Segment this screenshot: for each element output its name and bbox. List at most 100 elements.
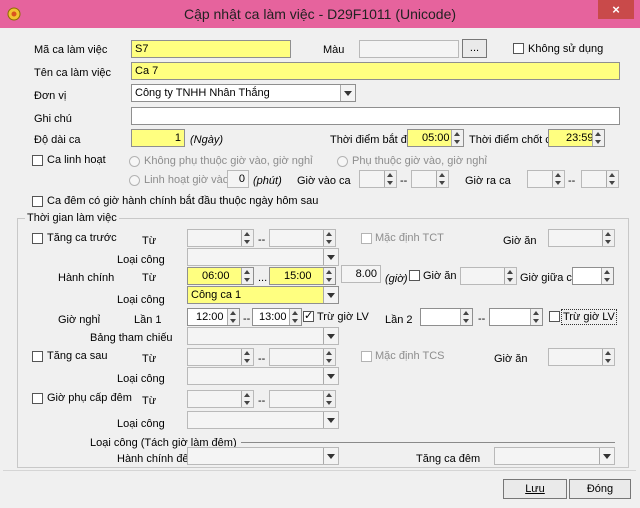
office-from-label: Từ	[142, 272, 157, 284]
ot-after-meal[interactable]	[548, 348, 615, 366]
spin-icon[interactable]	[323, 268, 335, 284]
time-in-from[interactable]	[359, 170, 397, 188]
spin-icon[interactable]	[323, 230, 335, 246]
office-work-type-label: Loại công	[117, 294, 165, 306]
spin-icon[interactable]	[241, 391, 253, 407]
not-used-checkbox[interactable]	[513, 43, 524, 54]
time-out-from[interactable]	[527, 170, 565, 188]
break-l1-from[interactable]: 12:00	[187, 308, 240, 326]
chevron-down-icon[interactable]	[323, 328, 338, 344]
spin-icon[interactable]	[552, 171, 564, 187]
save-button[interactable]: Lưu	[503, 479, 567, 499]
note-input[interactable]	[131, 107, 620, 125]
dash: --	[258, 234, 266, 246]
spin-icon[interactable]	[241, 268, 253, 284]
note-label: Ghi chú	[34, 113, 72, 125]
spin-icon[interactable]	[460, 309, 472, 325]
ref-table-select[interactable]	[187, 327, 339, 345]
spin-icon[interactable]	[323, 391, 335, 407]
spin-icon[interactable]	[602, 230, 614, 246]
flex-shift-checkbox[interactable]	[32, 155, 43, 166]
ot-after-work-type[interactable]	[187, 367, 339, 385]
flex-dependent-radio[interactable]	[337, 156, 348, 167]
flex-independent-radio[interactable]	[129, 156, 140, 167]
night-prev-checkbox[interactable]	[32, 196, 43, 207]
ot-before-to[interactable]	[269, 229, 336, 247]
break-l2-to[interactable]	[489, 308, 543, 326]
ot-before-checkbox[interactable]	[32, 233, 43, 244]
chevron-down-icon[interactable]	[323, 287, 338, 303]
close-button[interactable]: Đóng	[569, 479, 631, 499]
shift-code-input[interactable]: S7	[131, 40, 291, 58]
spin-icon[interactable]	[530, 309, 542, 325]
start-label: Thời điểm bắt đầu	[330, 134, 420, 146]
break-l2-deduct-checkbox[interactable]	[549, 311, 560, 322]
office-to-input[interactable]: 15:00	[269, 267, 336, 285]
unit-select[interactable]: Công ty TNHH Nhân Thắng	[131, 84, 356, 102]
chevron-down-icon[interactable]	[599, 448, 614, 464]
spin-icon[interactable]	[436, 171, 448, 187]
ot-after-from[interactable]	[187, 348, 254, 366]
spin-icon[interactable]	[289, 309, 301, 325]
break-l1-to[interactable]: 13:00	[252, 308, 302, 326]
dash: ...	[258, 272, 268, 284]
close-window-button[interactable]: ×	[598, 0, 634, 19]
chevron-down-icon[interactable]	[323, 448, 338, 464]
ot-after-to[interactable]	[269, 348, 336, 366]
spin-icon[interactable]	[384, 171, 396, 187]
time-in-to[interactable]	[411, 170, 449, 188]
ot-night-select[interactable]	[494, 447, 615, 465]
time-out-label: Giờ ra ca	[465, 175, 511, 187]
office-from-input[interactable]: 06:00	[187, 267, 254, 285]
ot-after-meal-label: Giờ ăn	[494, 353, 528, 365]
spin-icon[interactable]	[241, 349, 253, 365]
spin-icon[interactable]	[227, 309, 239, 325]
spin-icon[interactable]	[592, 130, 604, 146]
ot-after-checkbox[interactable]	[32, 351, 43, 362]
ot-before-meal[interactable]	[548, 229, 615, 247]
spin-icon[interactable]	[241, 230, 253, 246]
night-allowance-to[interactable]	[269, 390, 336, 408]
chevron-down-icon[interactable]	[323, 412, 338, 428]
color-field[interactable]	[359, 40, 459, 58]
mid-shift-input[interactable]	[572, 267, 614, 285]
office-meal-checkbox[interactable]	[409, 270, 420, 281]
night-allowance-checkbox[interactable]	[32, 393, 43, 404]
spin-icon[interactable]	[601, 268, 613, 284]
default-tcs-checkbox[interactable]	[361, 351, 372, 362]
default-tcs-label: Mặc định TCS	[375, 350, 445, 362]
office-meal[interactable]	[460, 267, 517, 285]
break-l2-from[interactable]	[420, 308, 473, 326]
night-allowance-from[interactable]	[187, 390, 254, 408]
default-tct-label: Mặc định TCT	[375, 232, 444, 244]
length-input[interactable]: 1	[131, 129, 185, 147]
chevron-down-icon[interactable]	[323, 249, 338, 265]
ot-before-from[interactable]	[187, 229, 254, 247]
flex-in-minutes[interactable]: 0	[227, 170, 249, 188]
spin-icon[interactable]	[451, 130, 463, 146]
ot-after-from-label: Từ	[142, 353, 157, 365]
office-night-select[interactable]	[187, 447, 339, 465]
night-allowance-work-type[interactable]	[187, 411, 339, 429]
flex-in-unit: (phút)	[253, 175, 282, 187]
close-time-input[interactable]: 23:59	[548, 129, 605, 147]
break-l2-deduct-label: Trừ giờ LV	[561, 309, 617, 325]
spin-icon[interactable]	[323, 349, 335, 365]
ot-before-work-type[interactable]	[187, 248, 339, 266]
break-l1-deduct-checkbox[interactable]	[303, 309, 314, 322]
office-work-type-select[interactable]: Công ca 1	[187, 286, 339, 304]
spin-icon[interactable]	[606, 171, 618, 187]
flex-in-radio[interactable]	[129, 175, 140, 186]
chevron-down-icon[interactable]	[323, 368, 338, 384]
close-button-label: Đóng	[586, 483, 614, 495]
time-out-to[interactable]	[581, 170, 619, 188]
color-picker-button[interactable]: ...	[462, 39, 487, 58]
start-time-input[interactable]: 05:00	[407, 129, 464, 147]
spin-icon[interactable]	[504, 268, 516, 284]
ot-before-work-type-label: Loại công	[117, 254, 165, 266]
shift-name-input[interactable]: Ca 7	[131, 62, 620, 80]
spin-icon[interactable]	[602, 349, 614, 365]
office-label: Hành chính	[58, 272, 115, 284]
default-tct-checkbox[interactable]	[361, 233, 372, 244]
chevron-down-icon[interactable]	[340, 85, 355, 101]
